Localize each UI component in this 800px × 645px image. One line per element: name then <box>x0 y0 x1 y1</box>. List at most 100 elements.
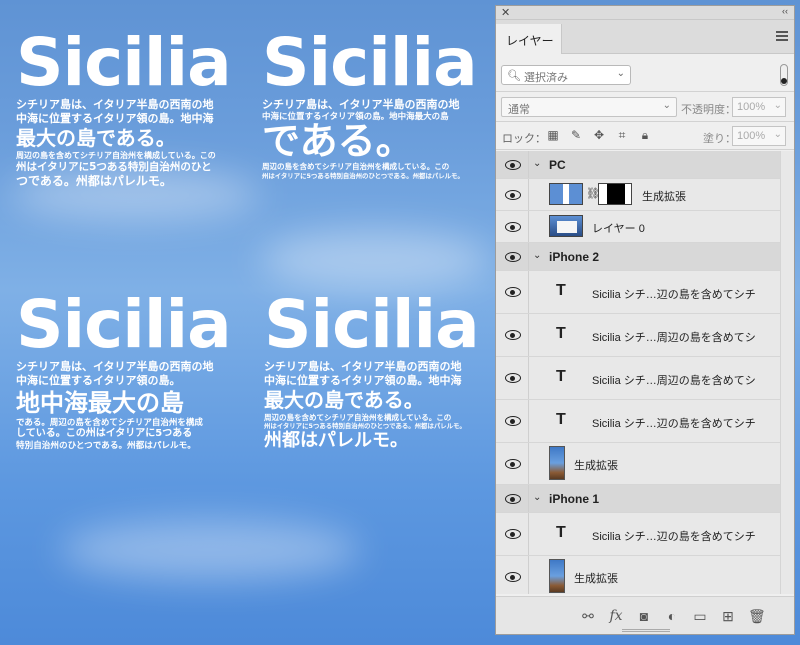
block-line: 周辺の島を含めてシチリア自治州を構成している。この <box>16 150 216 160</box>
fill-value: 100% <box>737 130 766 142</box>
text-block-4[interactable]: Sicilia シチリア島は、イタリア半島の西南の地 中海に位置するイタリア領の… <box>264 292 480 452</box>
text-layer-icon: T <box>556 282 566 299</box>
text-layer-row[interactable]: T Sicilia シチ…周辺の島を含めてシ <box>496 314 780 357</box>
blend-mode-value: 通常 <box>508 104 530 116</box>
lock-brush-icon[interactable]: ✎ <box>569 128 583 142</box>
link-icon[interactable]: ⚯ <box>580 608 596 624</box>
trash-icon[interactable]: 🗑︎ <box>748 608 766 624</box>
block-line: 周辺の島を含めてシチリア自治州を構成している。この <box>264 412 452 422</box>
fill-field[interactable]: 100% ⌄ <box>732 126 786 146</box>
cloud <box>260 230 490 290</box>
layer-thumbnail <box>549 215 583 237</box>
layer-list-scrollbar[interactable] <box>780 151 794 594</box>
layer-group-iphone-2[interactable]: ⌄ iPhone 2 <box>496 243 780 271</box>
layer-row[interactable]: レイヤー 0 <box>496 211 780 243</box>
layer-filter-select[interactable]: 🔍︎ 選択済み ⌄ <box>501 65 631 85</box>
eye-icon[interactable] <box>505 160 521 170</box>
block-line: シチリア島は、イタリア半島の西南の地 <box>264 360 462 373</box>
block-line: 州はイタリアに5つある特別自治州のひとつである。州都はパレルモ。 <box>262 171 464 180</box>
text-layer-icon: T <box>556 411 566 428</box>
text-layer-row[interactable]: T Sicilia シチ…辺の島を含めてシチ <box>496 513 780 556</box>
block-line: 最大の島である。 <box>264 387 424 412</box>
eye-icon[interactable] <box>505 190 521 200</box>
lock-transparency-icon[interactable]: ▦ <box>546 128 560 142</box>
text-block-3[interactable]: Sicilia シチリア島は、イタリア半島の西南の地 中海に位置するイタリア領の… <box>16 292 232 451</box>
layer-name: Sicilia シチ…周辺の島を含めてシ <box>592 375 756 387</box>
mask-icon[interactable]: ◙ <box>636 608 652 624</box>
block-line: である。周辺の島を含めてシチリア自治州を構成 <box>16 417 203 428</box>
text-layer-icon: T <box>556 368 566 385</box>
divider <box>528 151 529 178</box>
divider <box>528 211 529 242</box>
divider <box>528 485 529 512</box>
panel-title-bar[interactable]: ✕ ‹‹ <box>496 6 794 20</box>
layer-thumbnail <box>549 559 565 593</box>
adjustment-icon[interactable]: ◐ <box>664 608 680 624</box>
text-block-2[interactable]: Sicilia シチリア島は、イタリア半島の西南の地 中海に位置するイタリア領の… <box>262 30 478 180</box>
text-layer-row[interactable]: T Sicilia シチ…周辺の島を含めてシ <box>496 357 780 400</box>
eye-icon[interactable] <box>505 252 521 262</box>
layer-row[interactable]: ⛓ 生成拡張 <box>496 179 780 211</box>
divider <box>528 513 529 555</box>
block-line: 特別自治州のひとつである。州都はパレルモ。 <box>16 440 196 451</box>
fx-icon[interactable]: fx <box>608 608 624 624</box>
opacity-label: 不透明度： <box>681 104 736 116</box>
collapse-icon[interactable]: ‹‹ <box>782 6 788 16</box>
panel-menu-icon[interactable] <box>776 31 788 41</box>
block-line: 最大の島である。 <box>16 125 176 150</box>
divider <box>528 271 529 313</box>
opacity-field[interactable]: 100% ⌄ <box>732 97 786 117</box>
layer-row[interactable]: 生成拡張 <box>496 556 780 594</box>
resize-grip[interactable] <box>622 629 670 632</box>
chevron-down-icon[interactable]: ⌄ <box>533 250 541 261</box>
block-line: シチリア島は、イタリア半島の西南の地 <box>16 360 214 373</box>
text-layer-row[interactable]: T Sicilia シチ…辺の島を含めてシチ <box>496 271 780 314</box>
layer-name: Sicilia シチ…辺の島を含めてシチ <box>592 531 756 543</box>
divider <box>528 314 529 356</box>
chevron-down-icon[interactable]: ⌄ <box>533 492 541 503</box>
eye-icon[interactable] <box>505 330 521 340</box>
layer-name: Sicilia シチ…辺の島を含めてシチ <box>592 418 756 430</box>
layer-name: 生成拡張 <box>574 460 618 472</box>
close-icon[interactable]: ✕ <box>501 6 510 19</box>
layer-name: レイヤー 0 <box>592 223 645 235</box>
block-line: シチリア島は、イタリア半島の西南の地 <box>16 98 214 111</box>
mask-thumbnail[interactable] <box>598 183 632 205</box>
eye-icon[interactable] <box>505 572 521 582</box>
lock-move-icon[interactable]: ✥ <box>592 128 606 142</box>
layer-group-iphone-1[interactable]: ⌄ iPhone 1 <box>496 485 780 513</box>
group-name: iPhone 2 <box>549 250 600 264</box>
blend-row: 通常 ⌄ 不透明度： 100% ⌄ <box>496 92 794 122</box>
layer-thumbnail <box>549 446 565 480</box>
chevron-down-icon[interactable]: ⌄ <box>533 158 541 169</box>
eye-icon[interactable] <box>505 222 521 232</box>
text-layer-row[interactable]: T Sicilia シチ…辺の島を含めてシチ <box>496 400 780 443</box>
tab-layers[interactable]: レイヤー <box>496 24 562 54</box>
text-layer-icon: T <box>556 325 566 342</box>
lock-all-icon[interactable]: 🔒︎ <box>638 128 652 142</box>
chevron-down-icon: ⌄ <box>773 100 782 111</box>
eye-icon[interactable] <box>505 373 521 383</box>
panel-tab-bar: レイヤー <box>496 20 794 54</box>
blend-mode-select[interactable]: 通常 ⌄ <box>501 97 677 117</box>
panel-bottom-bar: ⚯ fx ◙ ◐ ▭ ⊞ 🗑︎ <box>496 596 794 634</box>
layer-group-pc[interactable]: ⌄ PC <box>496 151 780 179</box>
new-layer-icon[interactable]: ⊞ <box>720 608 736 624</box>
text-block-1[interactable]: Sicilia シチリア島は、イタリア半島の西南の地 中海に位置するイタリア領の… <box>16 24 232 189</box>
eye-icon[interactable] <box>505 494 521 504</box>
lock-artboard-icon[interactable]: ⌗ <box>615 128 629 142</box>
layer-name: Sicilia シチ…辺の島を含めてシチ <box>592 289 756 301</box>
block-line: つである。州都はパレルモ。 <box>16 173 172 188</box>
filter-toggle[interactable] <box>780 64 788 86</box>
eye-icon[interactable] <box>505 416 521 426</box>
lock-row: ロック： ▦ ✎ ✥ ⌗ 🔒︎ 塗り： 100% ⌄ <box>496 122 794 150</box>
eye-icon[interactable] <box>505 287 521 297</box>
eye-icon[interactable] <box>505 529 521 539</box>
layer-row[interactable]: 生成拡張 <box>496 443 780 485</box>
divider <box>528 556 529 594</box>
layer-name: Sicilia シチ…周辺の島を含めてシ <box>592 332 756 344</box>
block-title: Sicilia <box>16 24 232 101</box>
eye-icon[interactable] <box>505 459 521 469</box>
folder-icon[interactable]: ▭ <box>692 608 708 624</box>
text-layer-icon: T <box>556 524 566 541</box>
